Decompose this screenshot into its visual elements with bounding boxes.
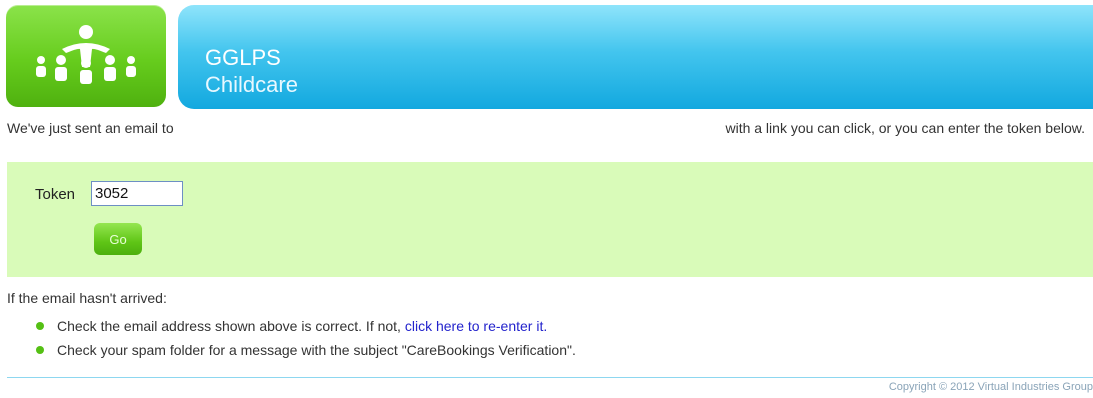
logo [6, 5, 166, 107]
group-of-people-icon [36, 25, 136, 84]
intro-text-left: We've just sent an email to [7, 120, 174, 136]
bullet-icon [36, 322, 44, 330]
intro-text-right: with a link you can click, or you can en… [725, 120, 1085, 136]
token-panel: Token Go [7, 162, 1093, 277]
copyright: Copyright © 2012 Virtual Industries Grou… [888, 381, 1093, 393]
list-item: Check your spam folder for a message wit… [36, 342, 576, 366]
token-input[interactable] [91, 181, 183, 206]
help-title: If the email hasn't arrived: [7, 290, 167, 306]
help-list: Check the email address shown above is c… [36, 318, 576, 366]
re-enter-email-link[interactable]: click here to re-enter it. [405, 318, 547, 334]
site-subtitle: Childcare [205, 72, 298, 97]
help-item-text: Check your spam folder for a message wit… [57, 342, 576, 358]
help-item-text: Check the email address shown above is c… [57, 318, 401, 334]
token-label: Token [35, 186, 76, 203]
list-item: Check the email address shown above is c… [36, 318, 576, 342]
footer-divider [7, 377, 1093, 378]
go-button[interactable]: Go [94, 223, 142, 255]
site-title: GGLPS [205, 45, 281, 70]
header-banner: GGLPS Childcare [178, 5, 1093, 109]
bullet-icon [36, 346, 44, 354]
